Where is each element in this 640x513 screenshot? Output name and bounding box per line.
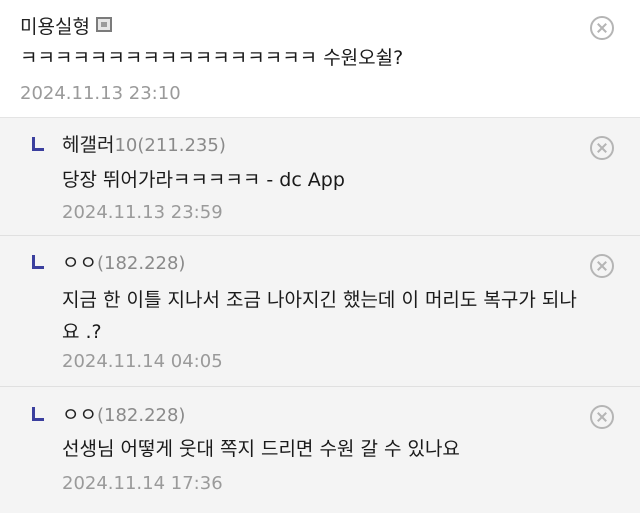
reply-text-line-2: 요 .? bbox=[62, 321, 102, 343]
reply-item: 헤갤러10(211.235) 당장 뛰어가라ㅋㅋㅋㅋㅋ - dc App 202… bbox=[0, 118, 640, 236]
comment-nickname[interactable]: 미용실형 bbox=[20, 12, 112, 39]
nickname-text: ㅇㅇ bbox=[62, 252, 97, 274]
reply-arrow-icon bbox=[30, 255, 46, 269]
nickname-text: ㅇㅇ bbox=[62, 404, 97, 426]
reply-item: ㅇㅇ(182.228) 선생님 어떻게 웃대 쪽지 드리면 수원 갈 수 있나요… bbox=[0, 387, 640, 513]
nickname-text: 미용실형 bbox=[20, 16, 90, 38]
reply-nickname[interactable]: ㅇㅇ(182.228) bbox=[62, 248, 185, 275]
delete-comment-button[interactable] bbox=[590, 16, 614, 40]
ip-address: 10(211.235) bbox=[114, 135, 226, 156]
comment-item: 미용실형 ㅋㅋㅋㅋㅋㅋㅋㅋㅋㅋㅋㅋㅋㅋㅋㅋㅋ 수원오쉴? 2024.11.13 … bbox=[0, 0, 640, 118]
reply-arrow-icon bbox=[30, 137, 46, 151]
reply-nickname[interactable]: 헤갤러10(211.235) bbox=[62, 130, 226, 157]
reply-text-line-1: 지금 한 이틀 지나서 조금 나아지긴 했는데 이 머리도 복구가 되나 bbox=[62, 289, 577, 311]
comment-date: 2024.11.13 23:10 bbox=[20, 83, 181, 104]
ip-address: (182.228) bbox=[96, 405, 186, 426]
delete-comment-button[interactable] bbox=[590, 136, 614, 160]
reply-text: 선생님 어떻게 웃대 쪽지 드리면 수원 갈 수 있나요 bbox=[62, 438, 460, 460]
mobile-icon bbox=[95, 17, 112, 32]
reply-date: 2024.11.14 04:05 bbox=[62, 351, 223, 372]
reply-date: 2024.11.13 23:59 bbox=[62, 202, 223, 223]
nickname-text: 헤갤러 bbox=[62, 134, 115, 156]
comment-text: ㅋㅋㅋㅋㅋㅋㅋㅋㅋㅋㅋㅋㅋㅋㅋㅋㅋ 수원오쉴? bbox=[20, 47, 404, 69]
reply-date: 2024.11.14 17:36 bbox=[62, 473, 223, 494]
reply-text: 당장 뛰어가라ㅋㅋㅋㅋㅋ - dc App bbox=[62, 169, 345, 191]
ip-address: (182.228) bbox=[96, 253, 186, 274]
reply-item: ㅇㅇ(182.228) 지금 한 이틀 지나서 조금 나아지긴 했는데 이 머리… bbox=[0, 236, 640, 387]
delete-comment-button[interactable] bbox=[590, 405, 614, 429]
reply-nickname[interactable]: ㅇㅇ(182.228) bbox=[62, 400, 185, 427]
delete-comment-button[interactable] bbox=[590, 254, 614, 278]
reply-arrow-icon bbox=[30, 407, 46, 421]
